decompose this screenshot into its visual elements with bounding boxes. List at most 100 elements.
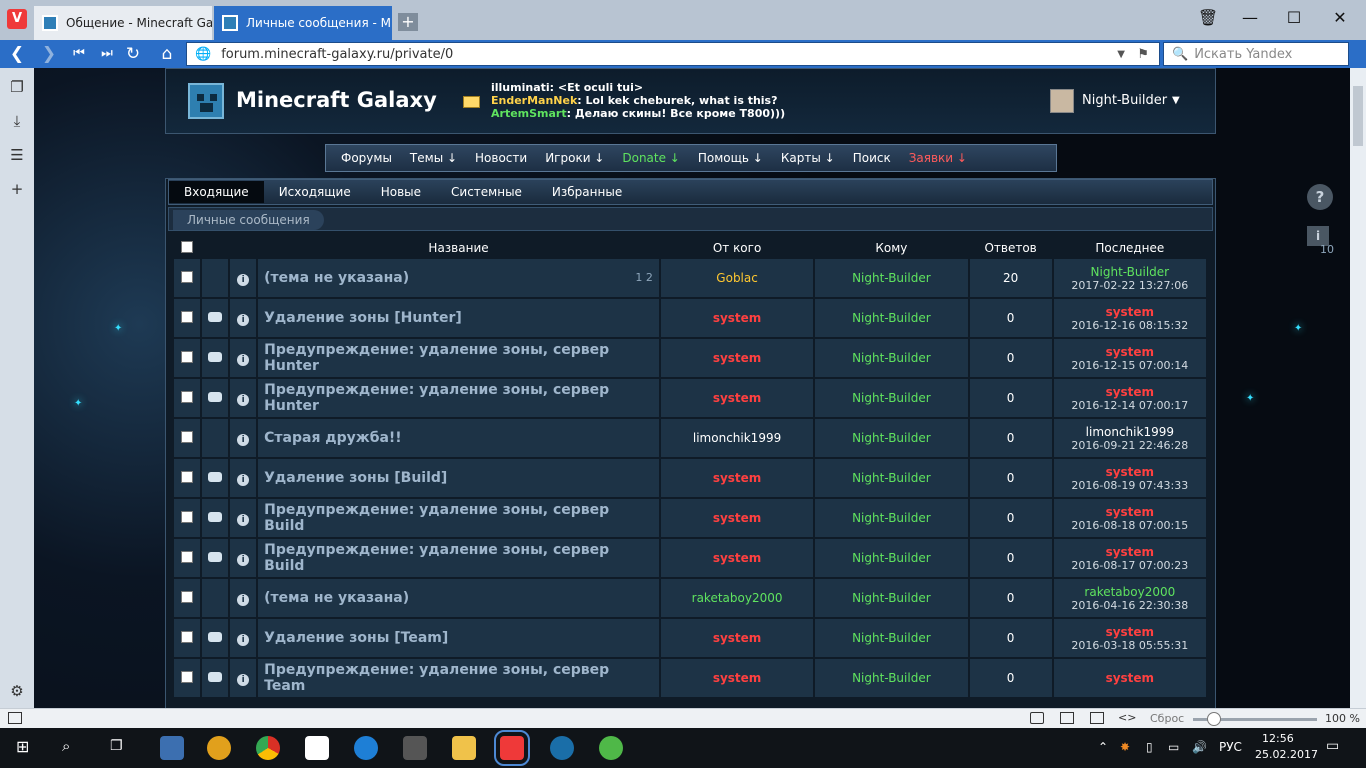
message-title-cell[interactable]: Удаление зоны [Build] [258,459,659,499]
recipient-cell[interactable]: Night-Builder [815,619,968,659]
row-checkbox[interactable] [181,670,194,683]
forward-icon[interactable]: ❯ [38,44,60,64]
sender-cell[interactable]: raketaboy2000 [660,579,814,619]
site-title[interactable]: Minecraft Galaxy [236,88,437,112]
message-title-cell[interactable]: Старая дружба!! [258,419,659,459]
clock-time[interactable]: 12:56 [1262,732,1294,745]
recipient-cell[interactable]: Night-Builder [815,459,968,499]
last-post-author[interactable]: system [1054,345,1206,359]
cards-icon[interactable] [305,736,329,760]
row-checkbox[interactable] [181,590,194,603]
info-icon[interactable]: i [237,353,250,366]
user-menu-chevron-down-icon[interactable]: ▼ [1172,95,1180,106]
chevron-up-icon[interactable]: ⌃ [1098,740,1108,754]
bookmark-icon[interactable]: ⚑ [1137,47,1149,62]
info-icon[interactable]: i [237,273,250,286]
panel-toggle-icon[interactable] [8,712,22,724]
windows-start-icon[interactable]: ⊞ [16,737,29,756]
avatar[interactable] [1050,89,1074,113]
zoom-slider-handle[interactable] [1207,712,1221,726]
message-title[interactable]: Предупреждение: удаление зоны, сервер Bu… [264,542,609,574]
browser-tab-2[interactable]: Личные сообщения - Minec [214,6,392,40]
recipient-cell[interactable]: Night-Builder [815,299,968,339]
help-icon[interactable]: ? [1307,184,1333,210]
world-of-tanks-icon[interactable] [403,736,427,760]
task-view-icon[interactable]: ❐ [110,738,123,754]
message-title-cell[interactable]: Предупреждение: удаление зоны, сервер Te… [258,659,659,699]
info-icon[interactable]: i [237,553,250,566]
sender-cell[interactable]: system [660,339,814,379]
tab-2[interactable]: Новые [366,181,436,203]
settings-gear-icon[interactable]: ⚙ [8,682,26,700]
recipient-cell[interactable]: Night-Builder [815,579,968,619]
message-title-cell[interactable]: Удаление зоны [Hunter] [258,299,659,339]
message-title-cell[interactable]: Предупреждение: удаление зоны, сервер Hu… [258,379,659,419]
nav-item-7[interactable]: Поиск [844,151,900,165]
message-title-cell[interactable]: (тема не указана) [258,579,659,619]
row-checkbox[interactable] [181,470,194,483]
close-window-button[interactable]: ✕ [1328,8,1352,27]
chat-nick[interactable]: EnderManNek [491,94,577,107]
trash-icon[interactable]: 🗑 [1196,8,1220,27]
tab-4[interactable]: Избранные [537,181,637,203]
tray-device-icon[interactable]: ▯ [1146,740,1153,754]
row-checkbox[interactable] [181,630,194,643]
browser-tab-1[interactable]: Общение - Minecraft Galaxy [34,6,212,40]
last-post-author[interactable]: system [1054,545,1206,559]
new-tab-button[interactable]: + [398,13,418,31]
recipient-cell[interactable]: Night-Builder [815,419,968,459]
user-name[interactable]: Night-Builder [1082,93,1167,108]
message-title-cell[interactable]: Предупреждение: удаление зоны, сервер Hu… [258,339,659,379]
url-field[interactable]: 🌐 forum.minecraft-galaxy.ru/private/0 ▼ … [186,42,1160,66]
row-checkbox[interactable] [181,550,194,563]
table-row[interactable]: i Предупреждение: удаление зоны, сервер H… [174,339,1206,379]
page-scrollbar[interactable] [1350,68,1366,708]
recipient-cell[interactable]: Night-Builder [815,339,968,379]
message-title[interactable]: Предупреждение: удаление зоны, сервер Te… [264,662,609,694]
recipient-cell[interactable]: Night-Builder [815,379,968,419]
table-row[interactable]: i Предупреждение: удаление зоны, сервер B… [174,499,1206,539]
file-explorer-icon[interactable] [452,736,476,760]
message-title[interactable]: Предупреждение: удаление зоны, сервер Hu… [264,382,609,414]
reload-icon[interactable]: ↻ [122,44,144,64]
table-row[interactable]: i Удаление зоны [Hunter] system Night-Build… [174,299,1206,339]
search-icon[interactable]: ⌕ [62,737,70,755]
utorrent-icon[interactable] [599,736,623,760]
back-icon[interactable]: ❮ [6,44,28,64]
nav-item-0[interactable]: Форумы [332,151,401,165]
store-icon[interactable] [160,736,184,760]
sender-cell[interactable]: system [660,499,814,539]
last-post-author[interactable]: system [1054,505,1206,519]
table-row[interactable]: i Предупреждение: удаление зоны, сервер B… [174,539,1206,579]
last-post-author[interactable]: Night-Builder [1054,265,1206,279]
last-post-author[interactable]: system [1054,385,1206,399]
scrollbar-thumb[interactable] [1353,86,1363,146]
app-icon[interactable] [207,736,231,760]
nav-item-5[interactable]: Помощь ↓ [689,151,772,165]
tab-3[interactable]: Системные [436,181,537,203]
row-checkbox[interactable] [181,270,194,283]
sender-cell[interactable]: system [660,299,814,339]
nav-item-2[interactable]: Новости [466,151,536,165]
info-icon[interactable]: i [237,633,250,646]
reset-zoom-button[interactable]: Сброс [1150,712,1184,725]
message-title[interactable]: Удаление зоны [Build] [264,470,447,486]
recipient-cell[interactable]: Night-Builder [815,539,968,579]
sender-cell[interactable]: Goblac [660,259,814,299]
last-post-author[interactable]: system [1054,625,1206,639]
table-row[interactable]: i Предупреждение: удаление зоны, сервер H… [174,379,1206,419]
add-panel-icon[interactable]: + [8,180,26,198]
search-input[interactable]: 🔍 Искать Yandex [1163,42,1349,66]
nav-item-8[interactable]: Заявки ↓ [900,151,976,165]
clock-date[interactable]: 25.02.2017 [1255,748,1318,761]
message-title[interactable]: Удаление зоны [Team] [264,630,448,646]
maximize-button[interactable]: ☐ [1282,8,1306,27]
dropdown-icon[interactable]: ▼ [1117,49,1125,60]
table-row[interactable]: i1 2 (тема не указана) Goblac Night-Builder… [174,259,1206,299]
select-all-checkbox[interactable] [181,240,194,253]
message-title[interactable]: (тема не указана) [264,270,409,286]
message-title[interactable]: Удаление зоны [Hunter] [264,310,462,326]
creeper-logo-icon[interactable] [188,83,224,119]
row-checkbox[interactable] [181,310,194,323]
message-title-cell[interactable]: Предупреждение: удаление зоны, сервер Bu… [258,499,659,539]
